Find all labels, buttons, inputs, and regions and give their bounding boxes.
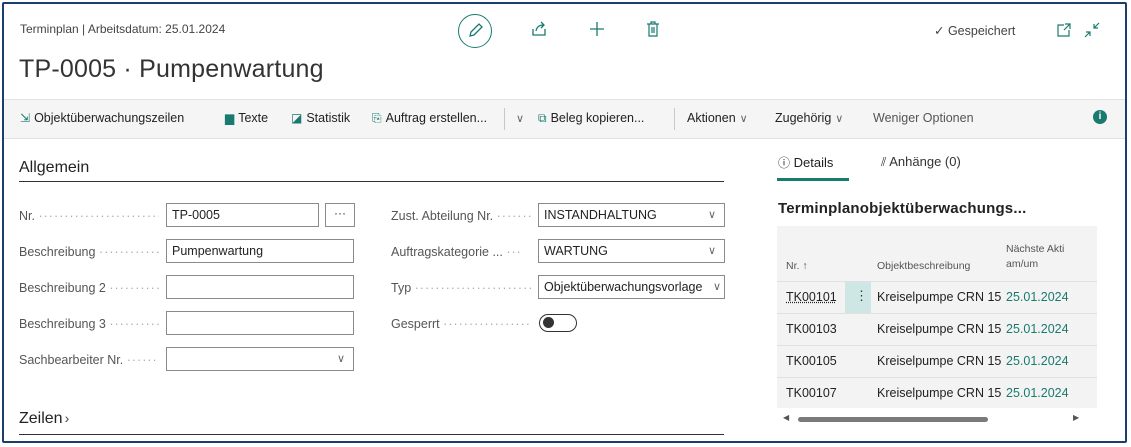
paperclip-icon: ⫽ bbox=[881, 155, 887, 169]
plus-icon bbox=[590, 22, 604, 36]
beschreibung3-field[interactable] bbox=[166, 311, 354, 335]
tab-details[interactable]: ⓘ Details bbox=[778, 154, 833, 171]
row-nr[interactable]: TK00101 bbox=[786, 290, 837, 304]
row-beschreibung: Kreiselpumpe CRN 15 bbox=[877, 290, 1002, 304]
beschreibung-field[interactable]: Pumpenwartung bbox=[166, 239, 354, 263]
aktionen-menu[interactable]: Aktionen ∨ bbox=[687, 111, 748, 125]
divider bbox=[504, 108, 505, 130]
share-button[interactable] bbox=[531, 21, 547, 42]
text-icon: ▆ bbox=[225, 111, 235, 125]
statistik-action[interactable]: ◪ Statistik bbox=[291, 111, 350, 125]
section-divider bbox=[19, 434, 724, 435]
copy-icon: ⧉ bbox=[538, 111, 547, 125]
page-title: TP-0005 · Pumpenwartung bbox=[19, 55, 324, 83]
chevron-down-icon: ∨ bbox=[707, 209, 716, 221]
section-zeilen-title[interactable]: Zeilen › bbox=[19, 410, 69, 428]
more-vertical-icon: ⋮ bbox=[855, 288, 868, 303]
table-row[interactable]: TK00107 Kreiselpumpe CRN 15 25.01.2024 bbox=[777, 377, 1097, 408]
statistics-icon: ◪ bbox=[291, 111, 303, 125]
factbox-part-title[interactable]: Terminplanobjektüberwachungs... bbox=[778, 200, 1026, 217]
gesperrt-label: Gesperrt ························· bbox=[391, 317, 531, 331]
texte-action[interactable]: ▆ Texte bbox=[225, 111, 268, 125]
table-row[interactable]: TK00103 Kreiselpumpe CRN 15 25.01.2024 bbox=[777, 313, 1097, 345]
gesperrt-toggle[interactable] bbox=[539, 314, 577, 332]
chevron-down-icon: ∨ bbox=[835, 113, 844, 125]
row-beschreibung: Kreiselpumpe CRN 15 bbox=[877, 322, 1002, 336]
chevron-down-icon: ∨ bbox=[336, 353, 345, 365]
info-icon[interactable]: i bbox=[1093, 110, 1107, 124]
auftrag-erstellen-action[interactable]: ⎘ Auftrag erstellen... bbox=[372, 111, 487, 126]
trash-icon bbox=[647, 21, 659, 37]
nr-assist-button[interactable]: ··· bbox=[325, 203, 355, 227]
page-frame: Terminplan | Arbeitsdatum: 25.01.2024 TP… bbox=[2, 2, 1127, 443]
section-allgemein-title[interactable]: Allgemein bbox=[19, 159, 89, 177]
lines-icon: ⇲ bbox=[20, 111, 31, 125]
horizontal-scrollbar[interactable] bbox=[798, 417, 988, 422]
zugehoerig-menu[interactable]: Zugehörig ∨ bbox=[775, 111, 843, 125]
abteilung-label: Zust. Abteilung Nr. ··············· bbox=[391, 209, 531, 223]
chevron-down-icon: ∨ bbox=[712, 281, 721, 293]
beschreibung2-label: Beschreibung 2 ··············· bbox=[19, 281, 159, 295]
sachbearbeiter-label: Sachbearbeiter Nr. ··············· bbox=[19, 353, 159, 367]
row-datum: 25.01.2024 bbox=[1006, 322, 1069, 336]
row-action-menu[interactable]: ⋮ bbox=[845, 282, 871, 313]
tab-anhaenge[interactable]: ⫽ Anhänge (0) bbox=[881, 154, 961, 170]
popout-button[interactable] bbox=[1057, 23, 1071, 42]
column-header-nr[interactable]: Nr. ↑ bbox=[786, 260, 808, 272]
typ-select[interactable]: Objektüberwachungsvorlage ∨ bbox=[538, 275, 725, 299]
column-header-next-action[interactable]: Nächste Akti am/um bbox=[1006, 243, 1064, 270]
chevron-down-icon: ∨ bbox=[739, 113, 748, 125]
beschreibung-label: Beschreibung ··············· bbox=[19, 245, 159, 259]
row-datum: 25.01.2024 bbox=[1006, 290, 1069, 304]
nr-field[interactable]: TP-0005 bbox=[166, 203, 319, 227]
pencil-icon bbox=[468, 22, 483, 37]
typ-label: Typ ························· bbox=[391, 281, 531, 295]
tab-active-indicator bbox=[777, 178, 849, 181]
scroll-left-icon[interactable]: ◀ bbox=[783, 413, 789, 422]
sachbearbeiter-select[interactable]: ∨ bbox=[166, 347, 354, 371]
row-nr[interactable]: TK00107 bbox=[786, 386, 837, 400]
delete-button[interactable] bbox=[646, 21, 660, 42]
beschreibung2-field[interactable] bbox=[166, 275, 354, 299]
collapse-icon bbox=[1084, 22, 1100, 38]
auftragskategorie-select[interactable]: WARTUNG ∨ bbox=[538, 239, 725, 263]
chevron-down-icon: ∨ bbox=[516, 113, 525, 125]
row-datum: 25.01.2024 bbox=[1006, 354, 1069, 368]
table-row[interactable]: TK00101 ⋮ Kreiselpumpe CRN 15 25.01.2024 bbox=[777, 281, 1097, 313]
more-actions-dropdown[interactable]: ∨ bbox=[512, 111, 524, 125]
share-icon bbox=[532, 21, 546, 36]
row-beschreibung: Kreiselpumpe CRN 15 bbox=[877, 386, 1002, 400]
chevron-down-icon: ∨ bbox=[707, 245, 716, 257]
scroll-right-icon[interactable]: ▶ bbox=[1073, 413, 1079, 422]
abteilung-select[interactable]: INSTANDHALTUNG ∨ bbox=[538, 203, 725, 227]
beleg-kopieren-action[interactable]: ⧉ Beleg kopieren... bbox=[538, 111, 644, 126]
nr-label: Nr. ························· bbox=[19, 209, 159, 223]
auftragskategorie-label: Auftragskategorie ... ··· bbox=[391, 245, 522, 259]
section-divider bbox=[19, 181, 724, 182]
action-bar: ⇲ Objektüberwachungszeilen ▆ Texte ◪ Statis… bbox=[4, 99, 1125, 139]
divider bbox=[674, 108, 675, 130]
breadcrumb: Terminplan | Arbeitsdatum: 25.01.2024 bbox=[20, 22, 226, 36]
table-row[interactable]: TK00105 Kreiselpumpe CRN 15 25.01.2024 bbox=[777, 345, 1097, 377]
info-circle-icon: ⓘ bbox=[778, 156, 791, 170]
weniger-optionen-button[interactable]: Weniger Optionen bbox=[873, 111, 974, 125]
chevron-right-icon: › bbox=[64, 410, 70, 426]
toggle-knob bbox=[543, 317, 554, 328]
objektzeilen-action[interactable]: ⇲ Objektüberwachungszeilen bbox=[20, 111, 184, 125]
saved-status: ✓ Gespeichert bbox=[934, 24, 1016, 38]
beschreibung3-label: Beschreibung 3 ··············· bbox=[19, 317, 159, 331]
row-nr[interactable]: TK00103 bbox=[786, 322, 837, 336]
factbox-table: Nr. ↑ Objektbeschreibung Nächste Akti am… bbox=[777, 226, 1097, 408]
collapse-button[interactable] bbox=[1084, 22, 1100, 43]
new-button[interactable] bbox=[589, 21, 605, 42]
create-order-icon: ⎘ bbox=[372, 111, 382, 125]
row-nr[interactable]: TK00105 bbox=[786, 354, 837, 368]
popout-icon bbox=[1057, 23, 1071, 37]
row-beschreibung: Kreiselpumpe CRN 15 bbox=[877, 354, 1002, 368]
column-header-objektbeschreibung[interactable]: Objektbeschreibung bbox=[877, 260, 970, 272]
row-datum: 25.01.2024 bbox=[1006, 386, 1069, 400]
edit-button[interactable] bbox=[458, 14, 492, 48]
